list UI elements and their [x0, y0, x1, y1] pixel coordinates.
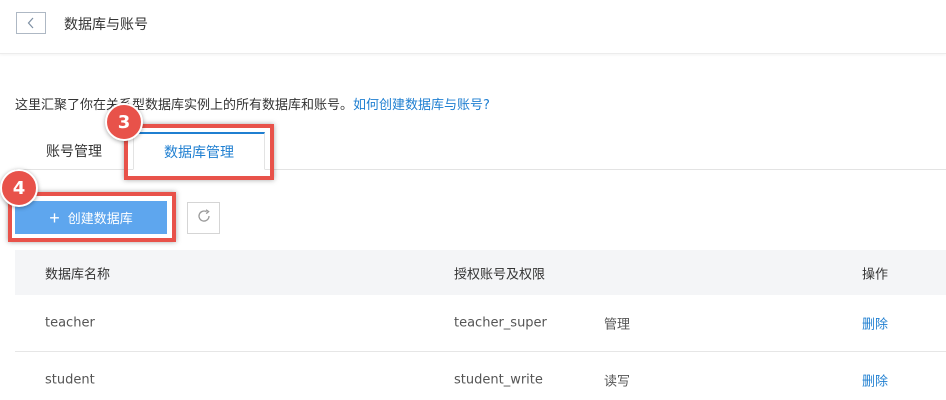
refresh-button[interactable] [187, 202, 220, 234]
table-row: teacher teacher_super 管理 删除 [15, 295, 946, 352]
page-description: 这里汇聚了你在关系型数据库实例上的所有数据库和账号。如何创建数据库与账号? [15, 94, 490, 113]
highlight-tab-annotation [124, 124, 274, 180]
delete-link[interactable]: 删除 [862, 314, 888, 333]
column-header-name: 数据库名称 [45, 267, 111, 282]
header-bar: 数据库与账号 [0, 0, 946, 54]
page-title: 数据库与账号 [64, 17, 148, 33]
page: 数据库与账号 这里汇聚了你在关系型数据库实例上的所有数据库和账号。如何创建数据库… [0, 0, 946, 400]
step-badge-3: 3 [105, 103, 143, 141]
column-header-accounts: 授权账号及权限 [454, 267, 546, 282]
table-row: student student_write 读写 删除 [15, 352, 946, 400]
back-button[interactable] [16, 12, 46, 34]
account-permission: 管理 [604, 317, 631, 333]
column-header-actions: 操作 [862, 267, 889, 282]
refresh-icon [196, 208, 212, 228]
chevron-left-icon [27, 17, 35, 29]
step-badge-4: 4 [0, 169, 38, 207]
account-permission: 读写 [604, 374, 631, 390]
database-name: teacher [45, 315, 95, 331]
table-header: 数据库名称 授权账号及权限 操作 [15, 250, 946, 295]
authorized-account: teacher_super [454, 315, 547, 331]
help-link[interactable]: 如何创建数据库与账号? [353, 98, 490, 113]
description-text: 这里汇聚了你在关系型数据库实例上的所有数据库和账号。 [15, 98, 354, 113]
database-name: student [45, 372, 95, 388]
delete-link[interactable]: 删除 [862, 371, 888, 390]
database-table: 数据库名称 授权账号及权限 操作 teacher teacher_super 管… [15, 250, 946, 400]
authorized-account: student_write [454, 372, 543, 388]
